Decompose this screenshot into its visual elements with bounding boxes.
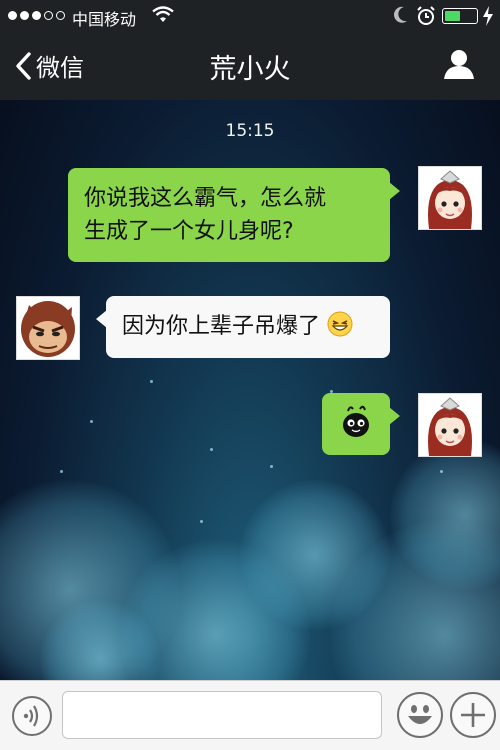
smiley-icon [408,705,432,724]
incoming-message-bubble[interactable]: 因为你上辈子吊爆了 [96,296,390,358]
input-bar [0,680,500,750]
bubble-tail [389,182,400,200]
chat-title: 荒小火 [209,54,291,85]
star-dot [440,470,443,473]
moon-icon [394,6,407,23]
voice-button[interactable] [12,696,52,736]
star-dot [90,420,93,423]
outgoing-sticker-bubble[interactable] [322,393,400,455]
message-input[interactable] [62,691,382,739]
message-text: 因为你上辈子吊爆了 [122,314,321,339]
battery-icon [442,8,478,24]
black-blob-sticker-icon [343,405,369,437]
bolt-icon [483,6,493,26]
my-avatar[interactable] [418,166,482,230]
monkey-avatar-icon [17,297,79,359]
status-bar: 中国移动 [0,0,500,32]
girl-avatar-icon [419,394,481,456]
wifi-icon [152,6,174,22]
message-line: 你说我这么霸气，怎么就 [84,186,327,211]
star-dot [60,470,63,473]
battery-fill [445,11,460,21]
my-avatar[interactable] [418,393,482,457]
girl-avatar-icon [419,167,481,229]
emoji-button[interactable] [397,692,443,738]
chat-screen: 中国移动 微信 荒小火 15:15 你说我这么霸气，怎么就 生成了一个女儿身呢?… [0,0,500,750]
signal-dots-icon [8,11,65,20]
person-icon [444,50,474,79]
star-dot [270,465,273,468]
plus-icon [461,703,485,727]
outgoing-message-bubble[interactable]: 你说我这么霸气，怎么就 生成了一个女儿身呢? [68,168,400,262]
star-dot [200,520,203,523]
star-dot [150,380,153,383]
more-options-button[interactable] [450,692,496,738]
carrier-label: 中国移动 [72,10,137,29]
bubble-tail [389,407,400,425]
bubble-tail [96,310,107,328]
message-line: 生成了一个女儿身呢? [84,219,294,244]
alarm-icon [417,6,435,25]
nav-bar: 微信 荒小火 [0,32,500,100]
profile-button[interactable] [442,48,476,84]
star-dot [210,448,213,451]
message-timestamp: 15:15 [225,121,275,141]
grin-emoji-icon [327,311,353,337]
contact-avatar[interactable] [16,296,80,360]
voice-icon [23,705,39,727]
